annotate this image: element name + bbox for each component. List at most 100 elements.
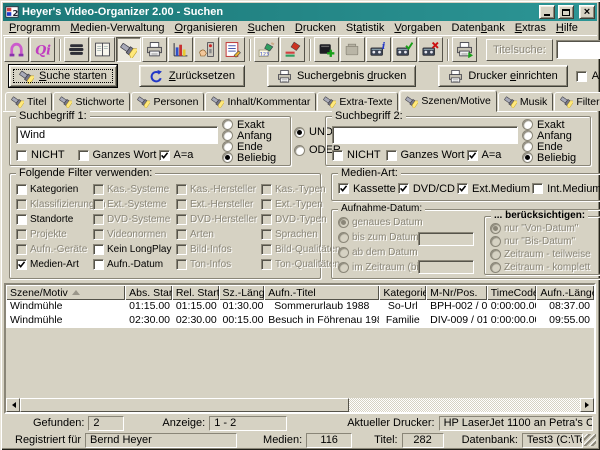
tab-musik[interactable]: Musik <box>498 92 553 111</box>
title-check-button[interactable] <box>392 37 417 62</box>
table-row[interactable]: Windmühle01:15.0001:15.0001:30.00Sommeru… <box>6 300 594 314</box>
radio-beliebig[interactable]: Beliebig <box>222 152 284 163</box>
menu-organisieren[interactable]: Organisieren <box>170 22 243 35</box>
checkbox-icon <box>16 199 27 210</box>
maximize-button[interactable] <box>558 5 574 19</box>
colors-button[interactable] <box>280 37 305 62</box>
tab-inhalt-kommentar[interactable]: Inhalt/Kommentar <box>205 92 316 111</box>
checkbox-medien-art[interactable]: Medien-Art <box>16 257 92 272</box>
menu-programm[interactable]: Programm <box>4 22 65 35</box>
checkbox-dvd-cd[interactable]: DVD/CD <box>398 183 455 195</box>
print-button[interactable] <box>142 37 167 62</box>
scrollbar-thumb[interactable] <box>20 398 349 412</box>
column-header-m-nr-pos[interactable]: M-Nr/Pos. <box>426 285 487 300</box>
defaults-button[interactable] <box>194 37 219 62</box>
checkbox-ganzes-wort[interactable]: Ganzes Wort <box>78 149 157 161</box>
radio-ende[interactable]: Ende <box>222 141 284 152</box>
tab-label: Inhalt/Kommentar <box>227 96 310 108</box>
zurücksetzen-button[interactable]: Zurücksetzen <box>139 65 245 87</box>
column-header-sz-länge[interactable]: Sz.-Länge <box>219 285 265 300</box>
checkbox-ext-medium[interactable]: Ext.Medium <box>457 183 530 195</box>
title-info-button[interactable]: i <box>366 37 391 62</box>
resize-grip[interactable] <box>584 434 596 446</box>
print-current-button[interactable] <box>452 37 477 62</box>
checkbox-kas-typen: Kas.-Typen <box>261 182 341 197</box>
suchergebnis-drucken-button[interactable]: Suchergebnis drucken <box>267 65 416 87</box>
recording-date-group: Aufnahme-Datum: genaues Datumbis zum Dat… <box>331 209 600 279</box>
scrollbar-right-button[interactable] <box>580 398 594 412</box>
exit-button[interactable] <box>4 37 29 62</box>
quickinfo-button[interactable]: Qi <box>30 37 55 62</box>
close-button[interactable]: × <box>579 5 595 19</box>
checkbox-standorte[interactable]: Standorte <box>16 212 92 227</box>
tab-filter[interactable]: Filter <box>554 92 600 111</box>
scrollbar-left-button[interactable] <box>6 398 20 412</box>
media-management-button[interactable] <box>64 37 89 62</box>
radio-und[interactable]: UND <box>294 126 325 138</box>
tab-titel[interactable]: Titel <box>5 92 52 111</box>
table-row[interactable]: Windmühle02:30.0002:30.0000:15.00Besuch … <box>6 314 594 328</box>
column-header-aufn-titel[interactable]: Aufn.-Titel <box>264 285 379 300</box>
title-delete-button[interactable] <box>418 37 443 62</box>
menu-vorgaben[interactable]: Vorgaben <box>389 22 446 35</box>
checkbox-label: Medien-Art <box>30 259 79 270</box>
search-term-1-input[interactable] <box>16 126 218 144</box>
checkbox-aufn-datum[interactable]: Aufn.-Datum <box>93 257 175 272</box>
menu-datenbank[interactable]: Datenbank <box>446 22 509 35</box>
checkbox-int-medium[interactable]: Int.Medium <box>532 183 600 195</box>
column-header-rel-start[interactable]: Rel. Start <box>172 285 219 300</box>
menu-hilfe[interactable]: Hilfe <box>551 22 583 35</box>
drucker-einrichten-button[interactable]: Drucker einrichten <box>438 65 567 87</box>
button-label: Suchergebnis drucken <box>297 70 406 82</box>
checkbox-icon <box>176 214 187 225</box>
checkbox-kassette[interactable]: Kassette <box>338 183 396 195</box>
radio-oder[interactable]: ODER <box>294 144 325 156</box>
labels-button[interactable]: 123 <box>254 37 279 62</box>
checkbox-label: Arten <box>190 229 214 240</box>
suche-starten-button[interactable]: Suche starten <box>9 65 117 87</box>
minimize-button[interactable] <box>539 5 555 19</box>
radio-anfang[interactable]: Anfang <box>222 130 284 141</box>
menu-medien-verwaltung[interactable]: Medien-Verwaltung <box>65 22 169 35</box>
search-button[interactable] <box>116 37 141 62</box>
scrollbar-track[interactable] <box>349 398 580 412</box>
statistics-button[interactable] <box>168 37 193 62</box>
checkbox-a-a[interactable]: A=a <box>467 149 519 161</box>
horizontal-scrollbar[interactable] <box>6 398 594 412</box>
radio-exakt[interactable]: Exakt <box>522 119 584 130</box>
display-label: Anzeige: <box>162 417 205 429</box>
radio-beliebig[interactable]: Beliebig <box>522 152 584 163</box>
toolbar: Qi123i Titelsuche: <box>3 35 597 63</box>
menu-suchen[interactable]: Suchen <box>243 22 290 35</box>
column-header-szene-motiv[interactable]: Szene/Motiv <box>6 285 125 300</box>
tab-label: Filter <box>576 96 599 108</box>
alphabetical-sort-checkbox[interactable]: Alphabetische Sortierung <box>576 70 600 82</box>
radio-exakt[interactable]: Exakt <box>222 119 284 130</box>
checkbox-a-a[interactable]: A=a <box>159 149 219 161</box>
search-term-1-checks: NICHTGanzes WortA=a <box>16 149 218 161</box>
checkbox-ganzes-wort[interactable]: Ganzes Wort <box>386 149 465 161</box>
checkbox-kein-longplay[interactable]: Kein LongPlay <box>93 242 175 257</box>
lists-button[interactable] <box>220 37 245 62</box>
menu-extras[interactable]: Extras <box>510 22 551 35</box>
checkbox-kategorien[interactable]: Kategorien <box>16 182 92 197</box>
menu-statistik[interactable]: Statistik <box>341 22 390 35</box>
checkbox-nicht[interactable]: NICHT <box>332 149 384 161</box>
tab-extra-texte[interactable]: Extra-Texte <box>317 92 398 111</box>
column-header-kategorie[interactable]: Kategorie <box>379 285 426 300</box>
menu-drucken[interactable]: Drucken <box>290 22 341 35</box>
checkbox-nicht[interactable]: NICHT <box>16 149 76 161</box>
organize-button[interactable] <box>90 37 115 62</box>
tab-szenen-motive[interactable]: Szenen/Motive <box>399 90 496 112</box>
add-medium-button[interactable] <box>314 37 339 62</box>
search-term-2-input[interactable] <box>332 126 518 144</box>
column-header-abs-start[interactable]: Abs. Start <box>125 285 172 300</box>
tab-label: Extra-Texte <box>339 96 392 108</box>
column-header-aufn-länge[interactable]: Aufn.-Länge <box>536 285 594 300</box>
titelsuche-input[interactable] <box>556 40 600 59</box>
column-header-timecode[interactable]: TimeCode <box>487 285 537 300</box>
radio-anfang[interactable]: Anfang <box>522 130 584 141</box>
tab-personen[interactable]: Personen <box>131 92 204 111</box>
radio-ende[interactable]: Ende <box>522 141 584 152</box>
tab-stichworte[interactable]: Stichworte <box>53 92 130 111</box>
